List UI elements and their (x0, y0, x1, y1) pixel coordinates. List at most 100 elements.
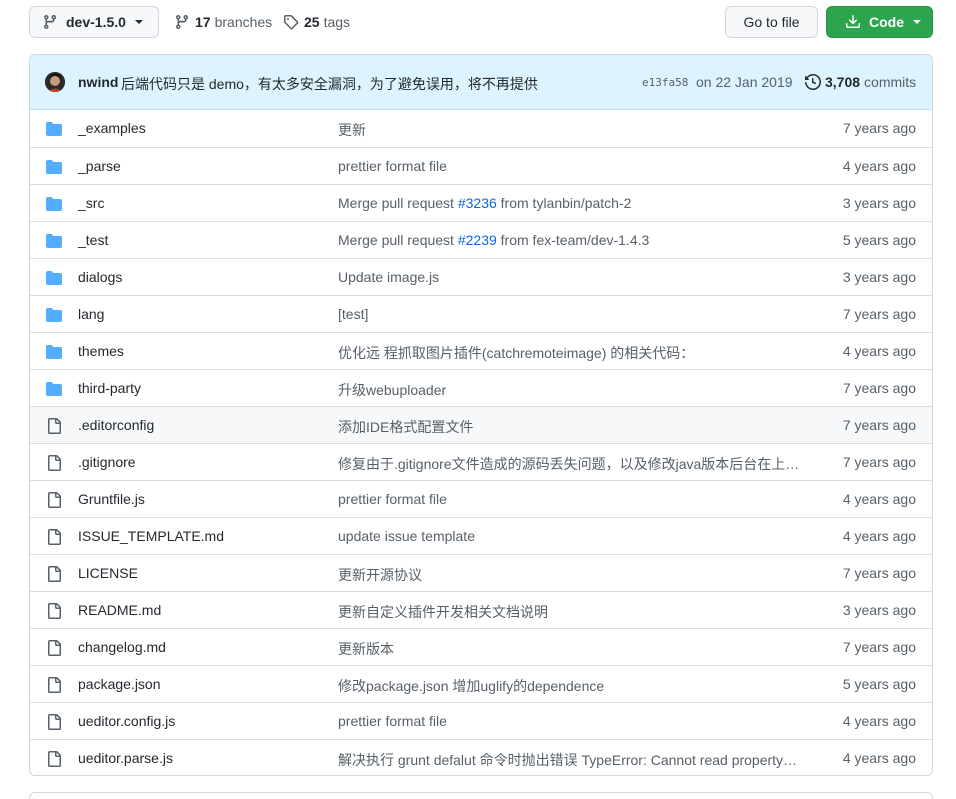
file-row[interactable]: _test Merge pull request #2239 from fex-t… (30, 221, 932, 258)
file-row[interactable]: dialogs Update image.js 3 years ago (30, 258, 932, 295)
file-age: 7 years ago (842, 417, 916, 433)
commit-message-link[interactable]: 修改package.json 增加uglify的dependence (338, 676, 604, 696)
file-name-link[interactable]: _examples (78, 120, 146, 136)
commit-message-link[interactable]: 解决执行 grunt defalut 命令时抛出错误 TypeError: Ca… (338, 750, 800, 770)
branches-link[interactable]: 17 branches (174, 6, 272, 38)
file-row[interactable]: ISSUE_TEMPLATE.md update issue template 4 … (30, 517, 932, 554)
file-name-link[interactable]: ueditor.config.js (78, 713, 175, 729)
file-row[interactable]: third-party 升级webuploader 7 years ago (30, 369, 932, 406)
folder-icon (46, 233, 62, 252)
file-name-link[interactable]: _parse (78, 158, 121, 174)
file-name-link[interactable]: .editorconfig (78, 417, 154, 433)
file-row[interactable]: _examples 更新 7 years ago (30, 110, 932, 147)
file-age: 5 years ago (842, 676, 916, 692)
commits-label: commits (864, 74, 917, 90)
tags-link[interactable]: 25 tags (283, 6, 350, 38)
file-row[interactable]: Gruntfile.js prettier format file 4 years … (30, 480, 932, 517)
commit-message-link[interactable]: prettier format file (338, 491, 447, 507)
file-age: 4 years ago (842, 158, 916, 174)
file-row[interactable]: themes 优化远 程抓取图片插件(catchremoteimage) 的相关代… (30, 332, 932, 369)
file-icon (46, 418, 62, 437)
code-button[interactable]: Code (826, 6, 933, 38)
commit-message-link[interactable]: Merge pull request #3236 from tylanbin/p… (338, 195, 631, 211)
commit-message-link[interactable]: 升级webuploader (338, 380, 446, 400)
commits-count: 3,708 (825, 74, 861, 90)
folder-icon (46, 159, 62, 178)
tags-count: 25 (304, 14, 320, 30)
file-icon (46, 603, 62, 622)
tag-icon (284, 15, 299, 30)
commit-message-link[interactable]: 修复由于.gitignore文件造成的源码丢失问题，以及修改java版本后台在上… (338, 454, 799, 474)
file-name-link[interactable]: themes (78, 343, 124, 359)
file-name-link[interactable]: _test (78, 232, 108, 248)
tags-label: tags (323, 14, 351, 30)
commit-message-link[interactable]: Merge pull request #2239 from fex-team/d… (338, 232, 649, 248)
commit-message-link[interactable]: 更新版本 (338, 639, 394, 659)
commit-message-link[interactable]: prettier format file (338, 158, 447, 174)
file-row[interactable]: ueditor.config.js prettier format file 4 y… (30, 702, 932, 739)
commit-message-link[interactable]: 更新开源协议 (338, 565, 422, 585)
commits-history-link[interactable]: 3,708 commits (805, 74, 916, 90)
folder-icon (46, 344, 62, 363)
commit-message-text: Merge pull request (338, 195, 458, 211)
file-name-link[interactable]: changelog.md (78, 639, 166, 655)
folder-icon (46, 196, 62, 215)
commit-message-link[interactable]: 优化远 程抓取图片插件(catchremoteimage) 的相关代码： (338, 343, 694, 363)
file-icon (46, 640, 62, 659)
file-name-link[interactable]: package.json (78, 676, 161, 692)
folder-icon (46, 307, 62, 326)
commit-message-link[interactable]: [test] (338, 306, 368, 322)
file-age: 4 years ago (842, 713, 916, 729)
file-icon (46, 566, 62, 585)
commit-sha[interactable]: e13fa58 (642, 76, 688, 89)
pull-request-link[interactable]: #3236 (458, 195, 497, 211)
file-age: 4 years ago (842, 491, 916, 507)
go-to-file-button[interactable]: Go to file (725, 6, 818, 38)
chevron-down-icon (913, 20, 921, 24)
file-name-link[interactable]: lang (78, 306, 104, 322)
avatar[interactable] (45, 72, 65, 92)
file-row[interactable]: ueditor.parse.js 解决执行 grunt defalut 命令时抛出… (30, 739, 932, 775)
file-name-link[interactable]: ueditor.parse.js (78, 750, 173, 766)
commit-message-text: Merge pull request (338, 232, 458, 248)
file-name-link[interactable]: Gruntfile.js (78, 491, 145, 507)
commit-message-link[interactable]: 更新 (338, 120, 366, 140)
file-row[interactable]: .editorconfig 添加IDE格式配置文件 7 years ago (30, 406, 932, 443)
file-row[interactable]: .gitignore 修复由于.gitignore文件造成的源码丢失问题，以及修改… (30, 443, 932, 480)
folder-icon (46, 270, 62, 289)
file-row[interactable]: _src Merge pull request #3236 from tylanb… (30, 184, 932, 221)
commit-message[interactable]: 后端代码只是 demo，有太多安全漏洞，为了避免误用，将不再提供 (121, 74, 538, 94)
file-name-link[interactable]: _src (78, 195, 104, 211)
file-icon (46, 492, 62, 511)
file-age: 4 years ago (842, 750, 916, 766)
file-row[interactable]: changelog.md 更新版本 7 years ago (30, 628, 932, 665)
commit-message-link[interactable]: Update image.js (338, 269, 439, 285)
file-age: 4 years ago (842, 343, 916, 359)
file-row[interactable]: _parse prettier format file 4 years ago (30, 147, 932, 184)
file-name-link[interactable]: dialogs (78, 269, 122, 285)
commit-message-link[interactable]: prettier format file (338, 713, 447, 729)
file-age: 7 years ago (842, 120, 916, 136)
commit-message-link[interactable]: 添加IDE格式配置文件 (338, 417, 473, 437)
download-icon (846, 15, 860, 28)
file-age: 3 years ago (842, 269, 916, 285)
file-row[interactable]: LICENSE 更新开源协议 7 years ago (30, 554, 932, 591)
file-icon (46, 529, 62, 548)
file-age: 7 years ago (842, 306, 916, 322)
pull-request-link[interactable]: #2239 (458, 232, 497, 248)
branch-name: dev-1.5.0 (66, 14, 126, 30)
file-row[interactable]: README.md 更新自定义插件开发相关文档说明 3 years ago (30, 591, 932, 628)
file-name-link[interactable]: .gitignore (78, 454, 136, 470)
file-row[interactable]: package.json 修改package.json 增加uglify的depe… (30, 665, 932, 702)
file-name-link[interactable]: LICENSE (78, 565, 138, 581)
file-name-link[interactable]: README.md (78, 602, 161, 618)
commit-author[interactable]: nwind (78, 74, 118, 90)
branches-count: 17 (195, 14, 211, 30)
git-branch-icon (176, 14, 188, 30)
commit-message-link[interactable]: update issue template (338, 528, 475, 544)
file-name-link[interactable]: ISSUE_TEMPLATE.md (78, 528, 224, 544)
branch-select-button[interactable]: dev-1.5.0 (29, 6, 159, 38)
commit-message-link[interactable]: 更新自定义插件开发相关文档说明 (338, 602, 548, 622)
file-name-link[interactable]: third-party (78, 380, 141, 396)
file-row[interactable]: lang [test] 7 years ago (30, 295, 932, 332)
